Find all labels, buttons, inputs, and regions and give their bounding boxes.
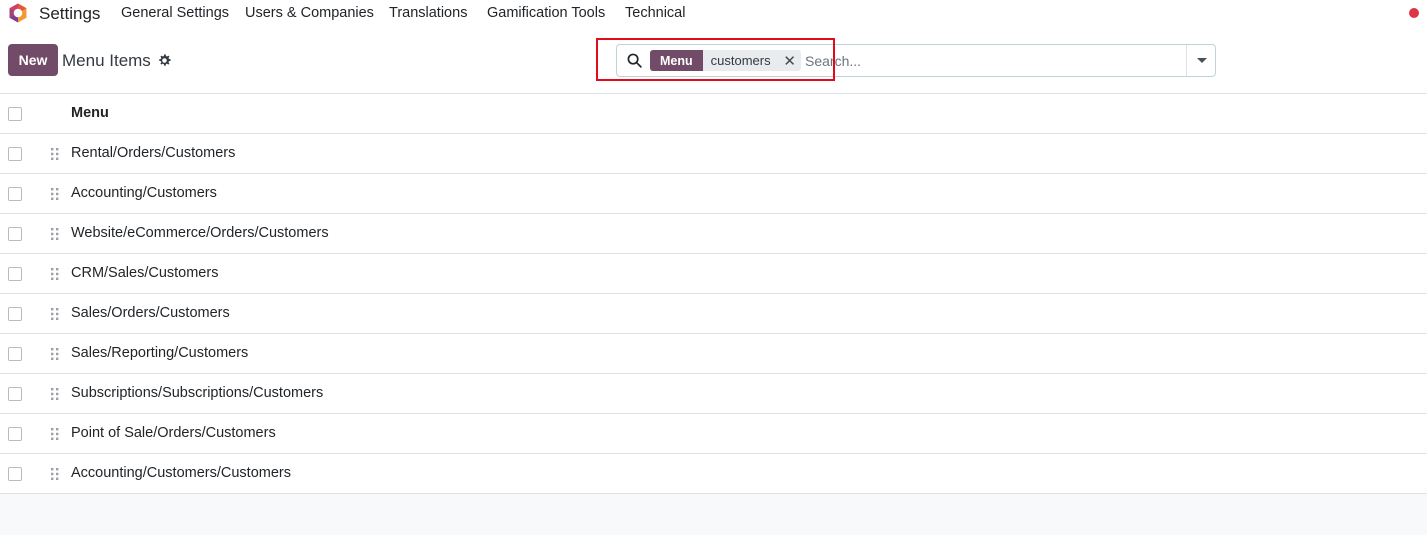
- table-row[interactable]: Accounting/Customers/Customers: [0, 454, 1427, 494]
- control-panel: New Menu Items Menu customers ✕: [0, 27, 1427, 94]
- menu-name-cell: Website/eCommerce/Orders/Customers: [71, 225, 329, 241]
- menu-name-cell: Subscriptions/Subscriptions/Customers: [71, 385, 324, 401]
- nav-gamification-tools[interactable]: Gamification Tools: [487, 5, 605, 21]
- top-navbar: Settings General Settings Users & Compan…: [0, 0, 1427, 27]
- table-row[interactable]: Subscriptions/Subscriptions/Customers: [0, 374, 1427, 414]
- table-row[interactable]: Rental/Orders/Customers: [0, 134, 1427, 174]
- row-checkbox[interactable]: [8, 467, 22, 481]
- drag-handle-icon[interactable]: [50, 147, 60, 161]
- odoo-logo-icon[interactable]: [8, 3, 28, 23]
- empty-area: [0, 494, 1427, 535]
- row-checkbox[interactable]: [8, 267, 22, 281]
- drag-handle-icon[interactable]: [50, 347, 60, 361]
- drag-handle-icon[interactable]: [50, 307, 60, 321]
- menu-items-list: Menu Rental/Orders/Customers Accounting/C…: [0, 94, 1427, 494]
- row-checkbox[interactable]: [8, 227, 22, 241]
- facet-value: customers: [710, 53, 771, 68]
- table-row[interactable]: CRM/Sales/Customers: [0, 254, 1427, 294]
- nav-translations[interactable]: Translations: [389, 5, 467, 21]
- close-icon[interactable]: ✕: [779, 50, 801, 71]
- drag-handle-icon[interactable]: [50, 187, 60, 201]
- row-checkbox[interactable]: [8, 347, 22, 361]
- table-row[interactable]: Point of Sale/Orders/Customers: [0, 414, 1427, 454]
- search-options-toggle[interactable]: [1186, 45, 1216, 76]
- notification-dot[interactable]: [1409, 8, 1419, 18]
- menu-name-cell: Point of Sale/Orders/Customers: [71, 425, 276, 441]
- select-all-checkbox[interactable]: [8, 107, 22, 121]
- menu-name-cell: Accounting/Customers/Customers: [71, 465, 291, 481]
- page-title: Menu Items: [62, 51, 151, 70]
- table-row[interactable]: Accounting/Customers: [0, 174, 1427, 214]
- drag-handle-icon[interactable]: [50, 267, 60, 281]
- row-checkbox[interactable]: [8, 427, 22, 441]
- nav-users-companies[interactable]: Users & Companies: [245, 5, 374, 21]
- search-icon[interactable]: [627, 53, 642, 68]
- search-input[interactable]: [805, 49, 1175, 72]
- row-checkbox[interactable]: [8, 307, 22, 321]
- row-checkbox[interactable]: [8, 387, 22, 401]
- drag-handle-icon[interactable]: [50, 467, 60, 481]
- menu-name-cell: Accounting/Customers: [71, 185, 217, 201]
- table-row[interactable]: Sales/Orders/Customers: [0, 294, 1427, 334]
- search-facet: Menu customers ✕: [650, 50, 801, 71]
- app-name[interactable]: Settings: [39, 4, 100, 24]
- drag-handle-icon[interactable]: [50, 427, 60, 441]
- menu-name-cell: Sales/Reporting/Customers: [71, 345, 249, 361]
- drag-handle-icon[interactable]: [50, 387, 60, 401]
- facet-label: Menu: [650, 50, 703, 71]
- list-header: Menu: [0, 94, 1427, 134]
- nav-technical[interactable]: Technical: [625, 5, 685, 21]
- table-row[interactable]: Website/eCommerce/Orders/Customers: [0, 214, 1427, 254]
- nav-general-settings[interactable]: General Settings: [121, 5, 229, 21]
- table-row[interactable]: Sales/Reporting/Customers: [0, 334, 1427, 374]
- search-bar: Menu customers ✕: [616, 44, 1216, 77]
- menu-name-cell: Rental/Orders/Customers: [71, 145, 236, 161]
- column-header-menu[interactable]: Menu: [71, 105, 109, 121]
- new-button[interactable]: New: [8, 44, 58, 76]
- drag-handle-icon[interactable]: [50, 227, 60, 241]
- gear-icon[interactable]: [158, 54, 171, 67]
- menu-name-cell: CRM/Sales/Customers: [71, 265, 219, 281]
- row-checkbox[interactable]: [8, 187, 22, 201]
- menu-name-cell: Sales/Orders/Customers: [71, 305, 230, 321]
- row-checkbox[interactable]: [8, 147, 22, 161]
- caret-down-icon: [1196, 58, 1207, 63]
